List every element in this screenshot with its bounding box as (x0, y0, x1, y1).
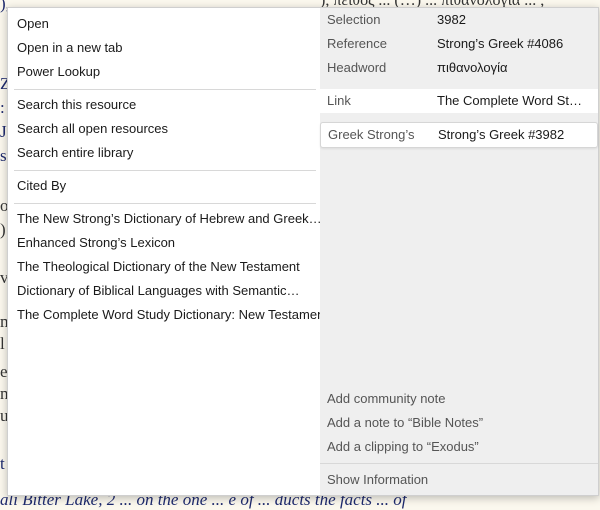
info-row-selection: Selection 3982 (320, 8, 598, 32)
greek-strongs-value: Strong’s Greek #3982 (438, 127, 565, 142)
menu-item-resource[interactable]: The Complete Word Study Dictionary: New … (17, 304, 328, 326)
add-note-button[interactable]: Add a note to “Bible Notes” (327, 412, 483, 434)
menu-separator (14, 89, 316, 90)
info-row-greek-strongs[interactable]: Greek Strong’s Strong’s Greek #3982 (320, 122, 598, 148)
menu-separator (14, 203, 316, 204)
link-label: Link (327, 93, 351, 108)
info-row-headword[interactable]: Headword πιθανολογία (320, 56, 598, 80)
menu-item-resource[interactable]: Dictionary of Biblical Languages with Se… (17, 280, 300, 302)
panel-separator (320, 463, 598, 464)
bg-fragment: l (0, 334, 5, 353)
selection-value: 3982 (437, 12, 466, 27)
context-menu: Open Open in a new tab Power Lookup Sear… (8, 8, 328, 495)
context-menu-popup: Open Open in a new tab Power Lookup Sear… (7, 7, 599, 496)
menu-item-cited-by[interactable]: Cited By (17, 175, 66, 197)
selection-info-panel: Selection 3982 Reference Strong’s Greek … (320, 8, 598, 495)
bg-fragment: J (0, 122, 7, 141)
menu-item-search-open-resources[interactable]: Search all open resources (17, 118, 168, 140)
reference-label: Reference (327, 36, 387, 51)
bg-fragment: ) (0, 220, 6, 239)
add-clipping-button[interactable]: Add a clipping to “Exodus” (327, 436, 479, 458)
menu-item-search-library[interactable]: Search entire library (17, 142, 133, 164)
menu-item-resource[interactable]: Enhanced Strong’s Lexicon (17, 232, 175, 254)
headword-value: πιθανολογία (437, 60, 508, 75)
menu-item-open-new-tab[interactable]: Open in a new tab (17, 37, 123, 59)
info-row-reference[interactable]: Reference Strong’s Greek #4086 (320, 32, 598, 56)
show-information-button[interactable]: Show Information (327, 469, 428, 491)
bg-fragment: : (0, 98, 5, 117)
info-row-link[interactable]: Link The Complete Word Stud… (320, 89, 598, 113)
menu-item-power-lookup[interactable]: Power Lookup (17, 61, 100, 83)
menu-separator (14, 170, 316, 171)
menu-item-resource[interactable]: The New Strong’s Dictionary of Hebrew an… (17, 208, 322, 230)
menu-item-open[interactable]: Open (17, 13, 49, 35)
reference-value: Strong’s Greek #4086 (437, 36, 564, 51)
greek-strongs-label: Greek Strong’s (328, 127, 415, 142)
add-community-note-button[interactable]: Add community note (327, 388, 446, 410)
selection-label: Selection (327, 12, 381, 27)
menu-item-search-resource[interactable]: Search this resource (17, 94, 136, 116)
menu-item-resource[interactable]: The Theological Dictionary of the New Te… (17, 256, 300, 278)
headword-label: Headword (327, 60, 387, 75)
link-value: The Complete Word Stud… (437, 93, 589, 108)
bg-fragment: t (0, 454, 5, 473)
